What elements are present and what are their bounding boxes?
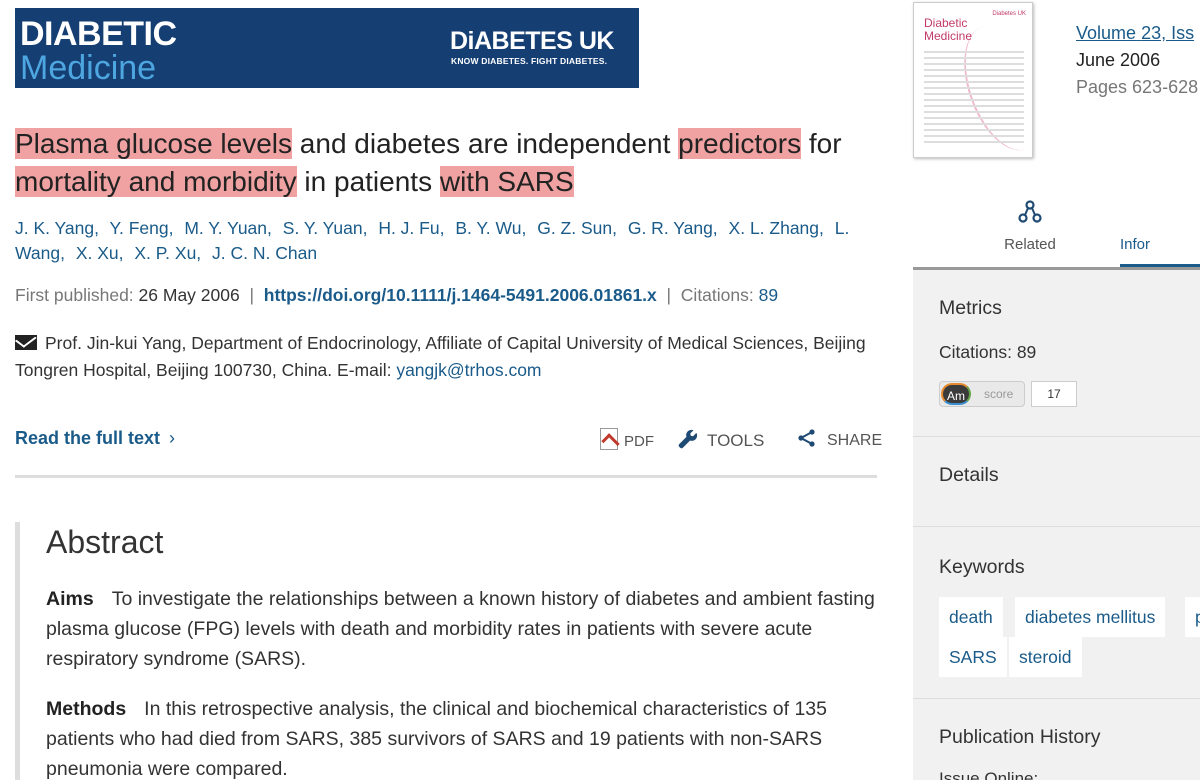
altmetric-donut-icon: Am [941, 383, 971, 405]
article-title: Plasma glucose levels and diabetes are i… [15, 128, 842, 197]
sidebar: Related Infor Metrics Citations: 89 Am s… [913, 0, 1200, 780]
abstract-methods: Methods In this retrospective analysis, t… [46, 698, 827, 780]
title-highlight: with SARS [439, 166, 574, 197]
keyword-tag[interactable]: steroid [1009, 637, 1082, 677]
sidebar-tabs: Related Infor [913, 195, 1200, 267]
keyword-tag[interactable]: SARS [939, 637, 1007, 677]
abstract-aims: Aims To investigate the relationships bet… [46, 588, 875, 670]
publication-meta: First published: 26 May 2006 | https://d… [15, 285, 779, 305]
author-link[interactable]: S. Y. Yuan, [283, 218, 368, 238]
author-link[interactable]: X. L. Zhang, [729, 218, 824, 238]
pdf-button[interactable]: PDF [600, 428, 654, 450]
altmetric-badge[interactable]: Am score 17 [939, 381, 1077, 407]
author-link[interactable]: Y. Feng, [110, 218, 174, 238]
citations-label: Citations: [680, 285, 754, 305]
keywords-heading: Keywords [939, 556, 1025, 578]
journal-name-line1: DIABETIC [20, 15, 177, 53]
info-panel: Metrics Citations: 89 Am score 17 Detail… [913, 270, 1200, 780]
doi-link[interactable]: https://doi.org/10.1111/j.1464-5491.2006… [264, 285, 657, 305]
altmetric-score-label: score [984, 387, 1014, 401]
section-divider [15, 475, 877, 478]
share-icon [798, 429, 815, 447]
author-list: J. K. Yang, Y. Feng, M. Y. Yuan, S. Y. Y… [15, 216, 885, 266]
related-icon [1018, 200, 1042, 223]
details-section[interactable]: Details [913, 437, 1200, 527]
metrics-heading: Metrics [939, 297, 1002, 319]
author-link[interactable]: J. K. Yang, [15, 218, 99, 238]
title-highlight: mortality and morbidity [15, 166, 297, 197]
author-link[interactable]: G. R. Yang, [628, 218, 718, 238]
share-button[interactable]: SHARE [797, 428, 882, 450]
author-link[interactable]: X. P. Xu, [134, 243, 201, 263]
details-heading: Details [939, 464, 999, 486]
issue-online-label: Issue Online: [939, 769, 1039, 780]
metrics-section: Metrics Citations: 89 Am score 17 [913, 270, 1200, 437]
altmetric-score-value: 17 [1031, 381, 1077, 407]
journal-name-line2: Medicine [20, 49, 157, 87]
wrench-icon [678, 429, 698, 449]
correspondence: Prof. Jin-kui Yang, Department of Endocr… [15, 330, 885, 384]
chevron-right-icon: › [169, 428, 176, 448]
author-link[interactable]: X. Xu, [76, 243, 124, 263]
pdf-icon [600, 428, 618, 450]
email-link[interactable]: yangjk@trhos.com [396, 360, 541, 380]
author-link[interactable]: M. Y. Yuan, [184, 218, 272, 238]
keyword-tag[interactable]: death [939, 597, 1003, 637]
author-link[interactable]: G. Z. Sun, [537, 218, 617, 238]
tab-information[interactable]: Infor [1120, 236, 1200, 253]
metrics-citations: Citations: 89 [939, 342, 1037, 362]
title-highlight: Plasma glucose levels [15, 128, 293, 159]
author-link[interactable]: B. Y. Wu, [455, 218, 526, 238]
diabetes-uk-tagline: KNOW DIABETES. FIGHT DIABETES. [451, 56, 608, 66]
envelope-icon [15, 335, 37, 350]
abstract-heading: Abstract [46, 524, 164, 560]
abstract-section: Abstract Aims To investigate the relation… [15, 522, 877, 780]
keyword-tag[interactable]: diabetes mellitus [1015, 597, 1166, 637]
altmetric-logo: Am score [939, 381, 1025, 407]
tools-button[interactable]: TOOLS [677, 428, 764, 451]
tab-related-label: Related [1004, 236, 1056, 253]
diabetes-uk-logo: DiABETES UK [450, 27, 614, 55]
publication-history-section[interactable]: Publication History Issue Online: [913, 699, 1200, 780]
read-full-text-link[interactable]: Read the full text › [15, 428, 175, 449]
citations-count-link[interactable]: 89 [759, 285, 778, 305]
keywords-section: Keywords death diabetes mellitus p SARS … [913, 527, 1200, 699]
author-link[interactable]: H. J. Fu, [378, 218, 444, 238]
title-highlight: predictors [678, 128, 802, 159]
journal-banner[interactable]: DIABETIC Medicine DiABETES UK KNOW DIABE… [15, 8, 639, 88]
publication-history-heading: Publication History [939, 726, 1101, 748]
first-published-date: 26 May 2006 [138, 285, 240, 305]
first-published-label: First published: [15, 285, 134, 305]
author-link[interactable]: J. C. N. Chan [212, 243, 317, 263]
keyword-tag[interactable]: p [1185, 597, 1200, 637]
